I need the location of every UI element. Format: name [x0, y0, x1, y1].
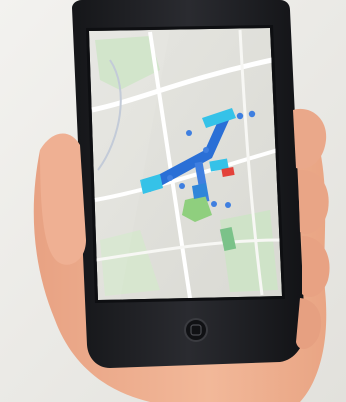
map-pin: [248, 110, 256, 118]
map-pin: [179, 183, 185, 189]
map-pin: [167, 175, 173, 181]
park-area: [220, 210, 278, 292]
map-pin: [211, 201, 217, 207]
map-pin: [236, 112, 244, 120]
map-pin: [203, 147, 209, 153]
map-pin: [225, 202, 231, 208]
scene-illustration: [0, 0, 346, 402]
home-button[interactable]: [184, 318, 208, 342]
map-pin: [186, 130, 192, 136]
photo-scene: [0, 0, 346, 402]
